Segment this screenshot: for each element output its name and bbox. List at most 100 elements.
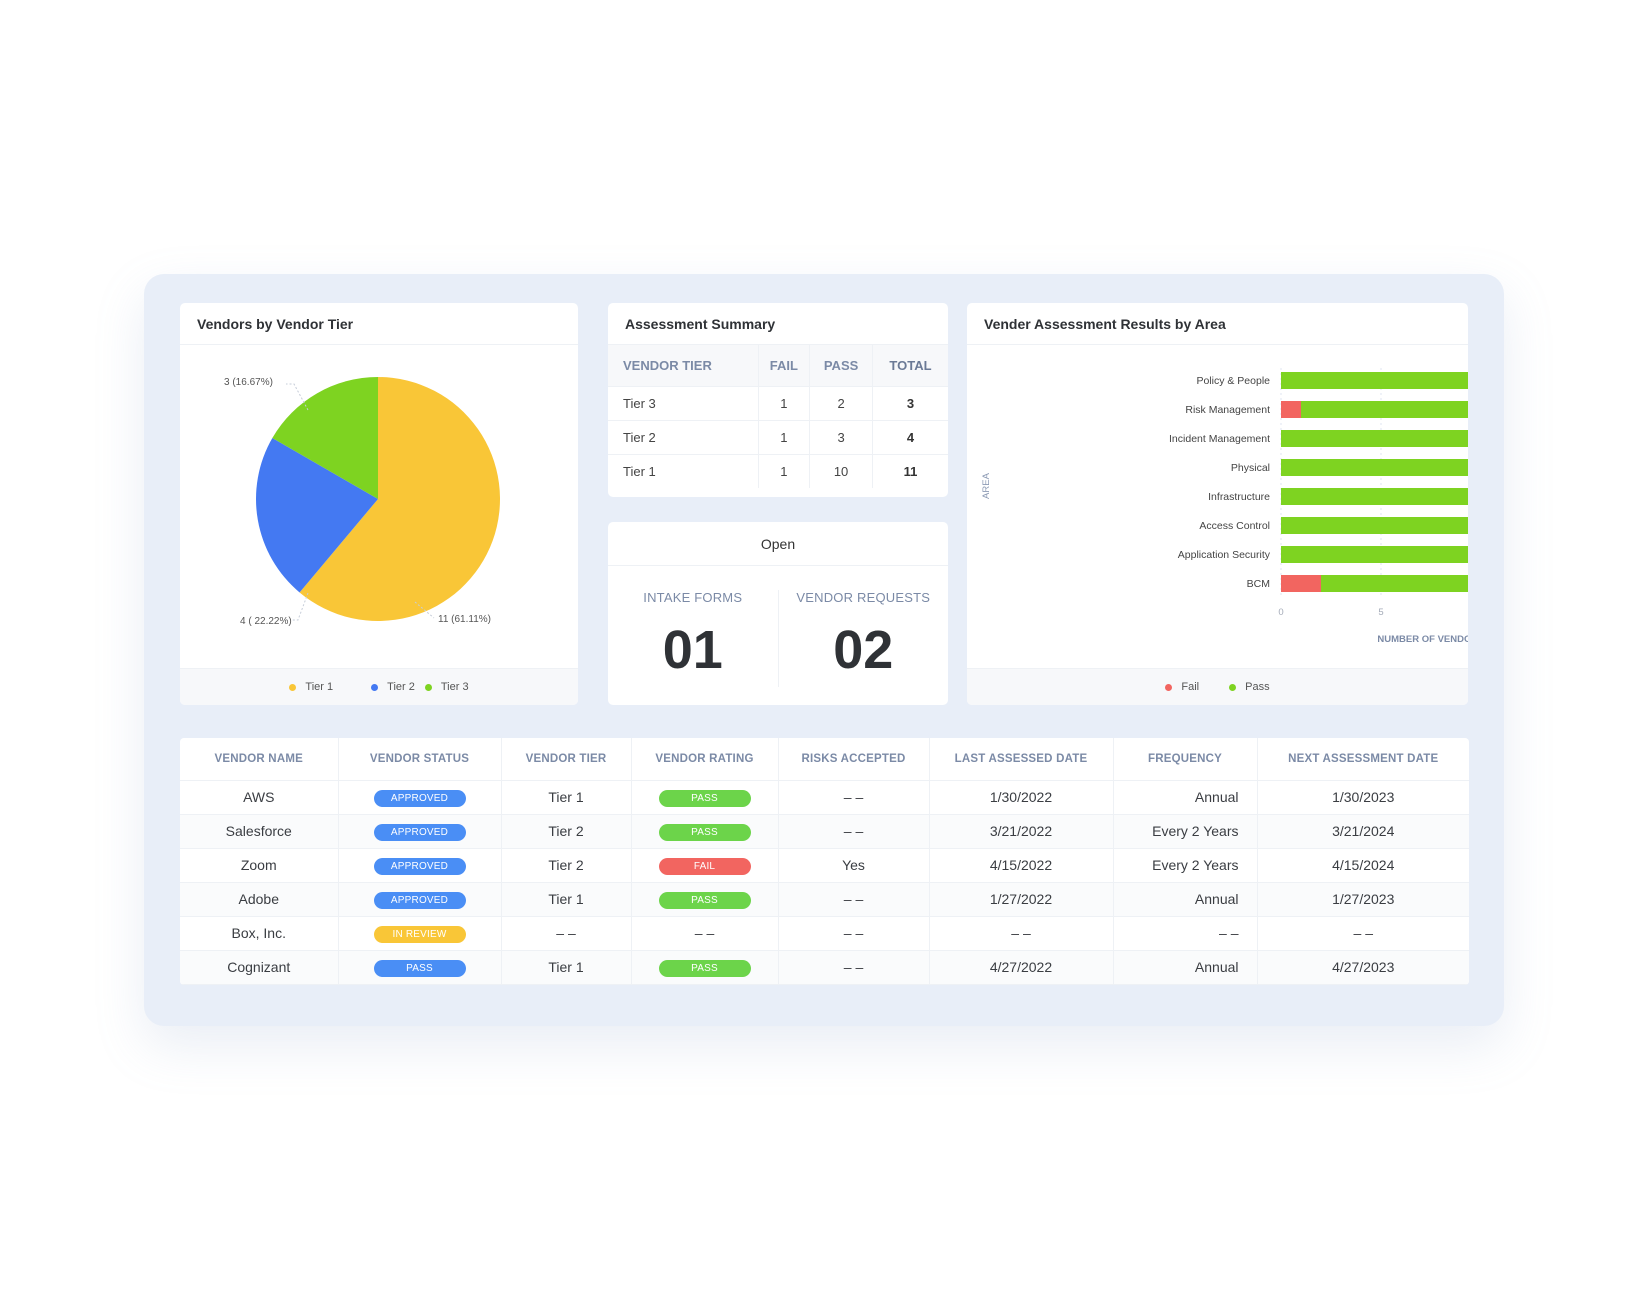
column-header[interactable]: TOTAL	[872, 345, 948, 387]
column-header[interactable]: FAIL	[758, 345, 811, 387]
x-tick-label: 5	[1378, 607, 1383, 618]
vendor-tier: Tier 1	[501, 780, 632, 815]
risks-accepted: – –	[778, 780, 930, 815]
vendor-name[interactable]: Cognizant	[180, 950, 339, 985]
x-tick-label: 0	[1278, 607, 1283, 618]
stat-value: 02	[833, 620, 894, 680]
frequency: Annual	[1113, 950, 1258, 985]
vendor-status-badge: IN REVIEW	[373, 925, 466, 943]
y-axis-title: AREA	[981, 472, 992, 499]
column-header-frequency[interactable]: FREQUENCY	[1113, 738, 1258, 781]
assessment-summary-table: VENDOR TIER FAIL PASS TOTAL Tier 3 1 2 3 Tie…	[608, 345, 948, 488]
frequency: Every 2 Years	[1113, 848, 1258, 883]
vendor-tier: – –	[501, 916, 632, 951]
vendor-name[interactable]: Salesforce	[180, 814, 339, 849]
legend-item-tier-3[interactable]: Tier 3	[424, 681, 469, 693]
cell-total: 4	[872, 420, 948, 455]
vendor-status-badge: APPROVED	[373, 857, 466, 875]
legend-label: Tier 3	[440, 681, 469, 693]
dashboard-panel: Vendors by Vendor Tier 11 (61.11%) 4 ( 22…	[144, 274, 1504, 1026]
bar-pass-risk-management[interactable]	[1301, 401, 1468, 418]
last-assessed-date: 4/15/2022	[929, 848, 1114, 883]
vendor-rating-badge: PASS	[658, 789, 751, 807]
bar-fail-risk-management[interactable]	[1281, 401, 1301, 418]
vendor-name[interactable]: Box, Inc.	[180, 916, 339, 951]
assessment-by-area-card: Vender Assessment Results by Area 051015…	[967, 303, 1468, 705]
last-assessed-date: 4/27/2022	[929, 950, 1114, 985]
table-row[interactable]: Tier 1 1 10 11	[608, 454, 948, 488]
table-row[interactable]: AWS APPROVED Tier 1 PASS – –1/30/2022 Annual 1…	[180, 780, 1469, 815]
card-title: Open	[608, 522, 948, 566]
vendor-rating: PASS	[631, 814, 779, 849]
stat-label: VENDOR REQUESTS	[796, 590, 931, 605]
column-header-next-assessment[interactable]: NEXT ASSESSMENT DATE	[1257, 738, 1469, 781]
next-assessment-date: 3/21/2024	[1257, 814, 1469, 849]
risks-accepted: – –	[778, 814, 930, 849]
vendor-status: IN REVIEW	[338, 916, 502, 951]
table-row[interactable]: Adobe APPROVED Tier 1 PASS – –1/27/2022 Annua…	[180, 882, 1469, 917]
bar-pass-incident-management[interactable]	[1281, 430, 1468, 447]
legend-label: Tier 2	[387, 681, 415, 693]
vendor-status-badge: APPROVED	[373, 891, 466, 909]
column-header[interactable]: PASS	[809, 345, 873, 387]
legend-dot-icon	[1165, 683, 1173, 691]
risks-accepted: – –	[778, 950, 930, 985]
table-row[interactable]: Salesforce APPROVED Tier 2 PASS – –3/21/2022…	[180, 814, 1469, 849]
column-header-vendor-name[interactable]: VENDOR NAME	[180, 738, 339, 781]
vendor-name[interactable]: AWS	[180, 780, 339, 815]
column-header-vendor-status[interactable]: VENDOR STATUS	[338, 738, 502, 781]
pie-chart: 11 (61.11%) 4 ( 22.22%) 3 (16.67%)	[224, 377, 501, 627]
next-assessment-date: 4/15/2024	[1257, 848, 1469, 883]
pie-data-label: 11 (61.11%)	[438, 614, 491, 625]
column-header-vendor-rating[interactable]: VENDOR RATING	[631, 738, 779, 781]
bar-pass-access-control[interactable]	[1281, 517, 1468, 534]
table-row[interactable]: Tier 3123	[608, 386, 948, 421]
vendor-table-card: VENDOR NAME VENDOR STATUS VENDOR TIER VE…	[180, 738, 1469, 985]
intake-forms-stat[interactable]: INTAKE FORMS 01	[608, 566, 778, 705]
next-assessment-date: 1/30/2023	[1257, 780, 1469, 815]
bar-pass-application-security[interactable]	[1281, 546, 1468, 563]
next-assessment-date: – –	[1257, 916, 1469, 951]
y-tick-label: Access Control	[1199, 520, 1270, 532]
table-row[interactable]: Tier 2134	[608, 420, 948, 455]
cell-tier: Tier 1	[608, 454, 759, 488]
vendor-name[interactable]: Zoom	[180, 848, 339, 883]
legend-item-pass[interactable]: Pass	[1229, 681, 1270, 693]
legend-item-fail[interactable]: Fail	[1165, 681, 1199, 693]
pie-data-label: 4 ( 22.22%)	[240, 616, 292, 627]
cell-fail: 1	[758, 420, 811, 455]
bar-pass-policy-people[interactable]	[1281, 372, 1468, 389]
column-header-last-assessed[interactable]: LAST ASSESSED DATE	[929, 738, 1114, 781]
cell-pass: 2	[809, 386, 873, 421]
vendor-tier: Tier 1	[501, 882, 632, 917]
vendor-requests-stat[interactable]: VENDOR REQUESTS 02	[777, 590, 949, 687]
table-row[interactable]: Cognizant PASS Tier 1 PASS – –4/27/2022 Annua…	[180, 950, 1469, 985]
x-axis-title: NUMBER OF VENDORS	[1377, 634, 1468, 645]
table-row[interactable]: Zoom APPROVED Tier 2 FAIL Yes 4/15/2022 Every …	[180, 848, 1469, 883]
vendor-status-badge: APPROVED	[373, 823, 466, 841]
vendor-name[interactable]: Adobe	[180, 882, 339, 917]
legend-item-tier-2[interactable]: Tier 2	[371, 681, 415, 693]
legend-dot-icon	[1229, 683, 1237, 691]
next-assessment-date: 4/27/2023	[1257, 950, 1469, 985]
legend-item-tier-1[interactable]: Tier 1	[289, 681, 333, 693]
vendor-rating-badge: FAIL	[658, 857, 751, 875]
vendor-rating: PASS	[631, 780, 779, 815]
legend-dot-icon	[371, 683, 379, 691]
column-header-risks-accepted[interactable]: RISKS ACCEPTED	[778, 738, 930, 781]
bar-pass-infrastructure[interactable]	[1281, 488, 1468, 505]
bar-pass-bcm[interactable]	[1321, 575, 1468, 592]
last-assessed-date: 1/27/2022	[929, 882, 1114, 917]
legend-dot-icon	[424, 683, 432, 691]
bar-pass-physical[interactable]	[1281, 459, 1468, 476]
vendor-rating: PASS	[631, 950, 779, 985]
column-header-vendor-tier[interactable]: VENDOR TIER	[501, 738, 632, 781]
cell-tier: Tier 2	[608, 420, 759, 455]
card-title: Vendors by Vendor Tier	[180, 303, 578, 345]
stat-label: INTAKE FORMS	[643, 590, 743, 605]
column-header[interactable]: VENDOR TIER	[608, 345, 759, 387]
bar-fail-bcm[interactable]	[1281, 575, 1321, 592]
cell-total: 3	[872, 386, 948, 421]
y-tick-label: Incident Management	[1169, 433, 1270, 445]
table-row[interactable]: Box, Inc. IN REVIEW – – – – – – – – – – – –	[180, 916, 1469, 951]
